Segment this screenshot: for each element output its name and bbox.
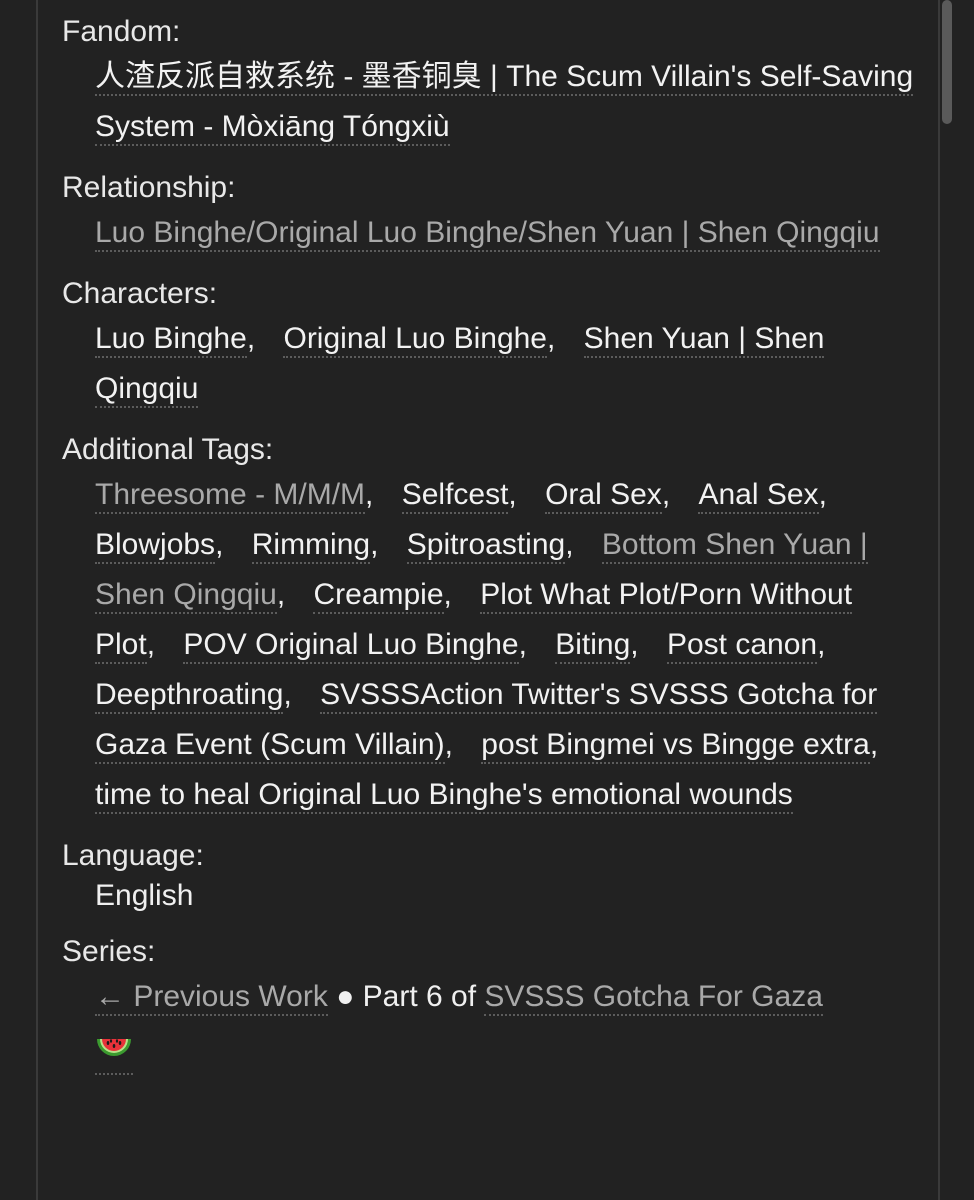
series-section: Series: ← Previous Work ● Part 6 of SVSS… — [62, 932, 922, 1075]
relationship-label: Relationship: — [62, 171, 236, 204]
characters-section: Characters: Luo Binghe, Original Luo Bin… — [62, 274, 922, 414]
tag-separator: , — [276, 578, 294, 611]
tag-link[interactable]: Biting — [555, 628, 631, 664]
work-meta-content: Fandom: 人渣反派自救系统 - 墨香铜臭 | The Scum Villa… — [62, 12, 922, 1091]
language-section: Language: English — [62, 836, 922, 916]
additional-tags-list: Threesome - M/M/M, Selfcest, Oral Sex, A… — [95, 470, 915, 820]
watermelon-icon[interactable] — [95, 1022, 133, 1075]
fandom-tags: 人渣反派自救系统 - 墨香铜臭 | The Scum Villain's Sel… — [95, 52, 915, 152]
tag-separator: , — [508, 478, 526, 511]
additional-tags-section: Additional Tags: Threesome - M/M/M, Self… — [62, 430, 922, 820]
tag-separator: , — [146, 628, 164, 661]
tag-link[interactable]: Threesome - M/M/M — [95, 478, 366, 514]
tag-separator: , — [518, 628, 536, 661]
tag-link[interactable]: Spitroasting — [406, 528, 566, 564]
tag-separator: , — [869, 728, 887, 761]
additional-tags-label: Additional Tags: — [62, 433, 274, 466]
tag-separator: , — [547, 322, 564, 355]
tag-separator: , — [818, 478, 836, 511]
tag-separator: , — [443, 578, 461, 611]
tag-separator: , — [630, 628, 647, 661]
previous-work-link[interactable]: ← Previous Work — [95, 980, 328, 1016]
tag-link[interactable]: Deepthroating — [95, 678, 284, 714]
tag-link[interactable]: Luo Binghe — [95, 322, 247, 358]
characters-label: Characters: — [62, 277, 218, 310]
tag-separator: , — [215, 528, 232, 561]
series-label: Series: — [62, 935, 156, 968]
language-label: Language: — [62, 839, 204, 872]
tag-link[interactable]: Rimming — [251, 528, 371, 564]
series-link[interactable]: SVSSS Gotcha For Gaza — [484, 980, 823, 1016]
tag-link[interactable]: 人渣反派自救系统 - 墨香铜臭 | The Scum Villain's Sel… — [95, 60, 914, 146]
tag-separator: , — [661, 478, 679, 511]
tag-separator: , — [817, 628, 834, 661]
tag-separator: , — [370, 528, 387, 561]
tag-link[interactable]: Anal Sex — [698, 478, 819, 514]
tag-link[interactable]: POV Original Luo Binghe — [183, 628, 519, 664]
tag-separator: , — [365, 478, 382, 511]
tag-link[interactable]: Blowjobs — [95, 528, 216, 564]
relationship-section: Relationship: Luo Binghe/Original Luo Bi… — [62, 168, 922, 258]
language-value: English — [95, 879, 194, 912]
series-bullet: ● — [336, 980, 355, 1013]
tag-separator: , — [565, 528, 582, 561]
tag-link[interactable]: Post canon — [666, 628, 818, 664]
tag-link[interactable]: Luo Binghe/Original Luo Binghe/Shen Yuan… — [95, 216, 880, 252]
tag-separator: , — [246, 322, 264, 355]
tag-separator: , — [444, 728, 462, 761]
tag-link[interactable]: Oral Sex — [545, 478, 662, 514]
characters-tags: Luo Binghe, Original Luo Binghe, Shen Yu… — [95, 314, 915, 414]
tag-link[interactable]: post Bingmei vs Bingge extra — [481, 728, 870, 764]
watermelon-icon-svg — [97, 1039, 131, 1057]
tag-link[interactable]: Selfcest — [401, 478, 509, 514]
tag-link[interactable]: time to heal Original Luo Binghe's emoti… — [95, 778, 793, 814]
series-part-text: Part 6 of — [362, 980, 477, 1013]
tag-link[interactable]: Original Luo Binghe — [283, 322, 547, 358]
tag-link[interactable]: Creampie — [313, 578, 444, 614]
scrollbar-thumb[interactable] — [942, 0, 952, 124]
fandom-label: Fandom: — [62, 15, 181, 48]
relationship-tags: Luo Binghe/Original Luo Binghe/Shen Yuan… — [95, 208, 915, 258]
fandom-section: Fandom: 人渣反派自救系统 - 墨香铜臭 | The Scum Villa… — [62, 12, 922, 152]
tag-separator: , — [283, 678, 301, 711]
series-navigation: ← Previous Work ● Part 6 of SVSSS Gotcha… — [95, 972, 915, 1075]
